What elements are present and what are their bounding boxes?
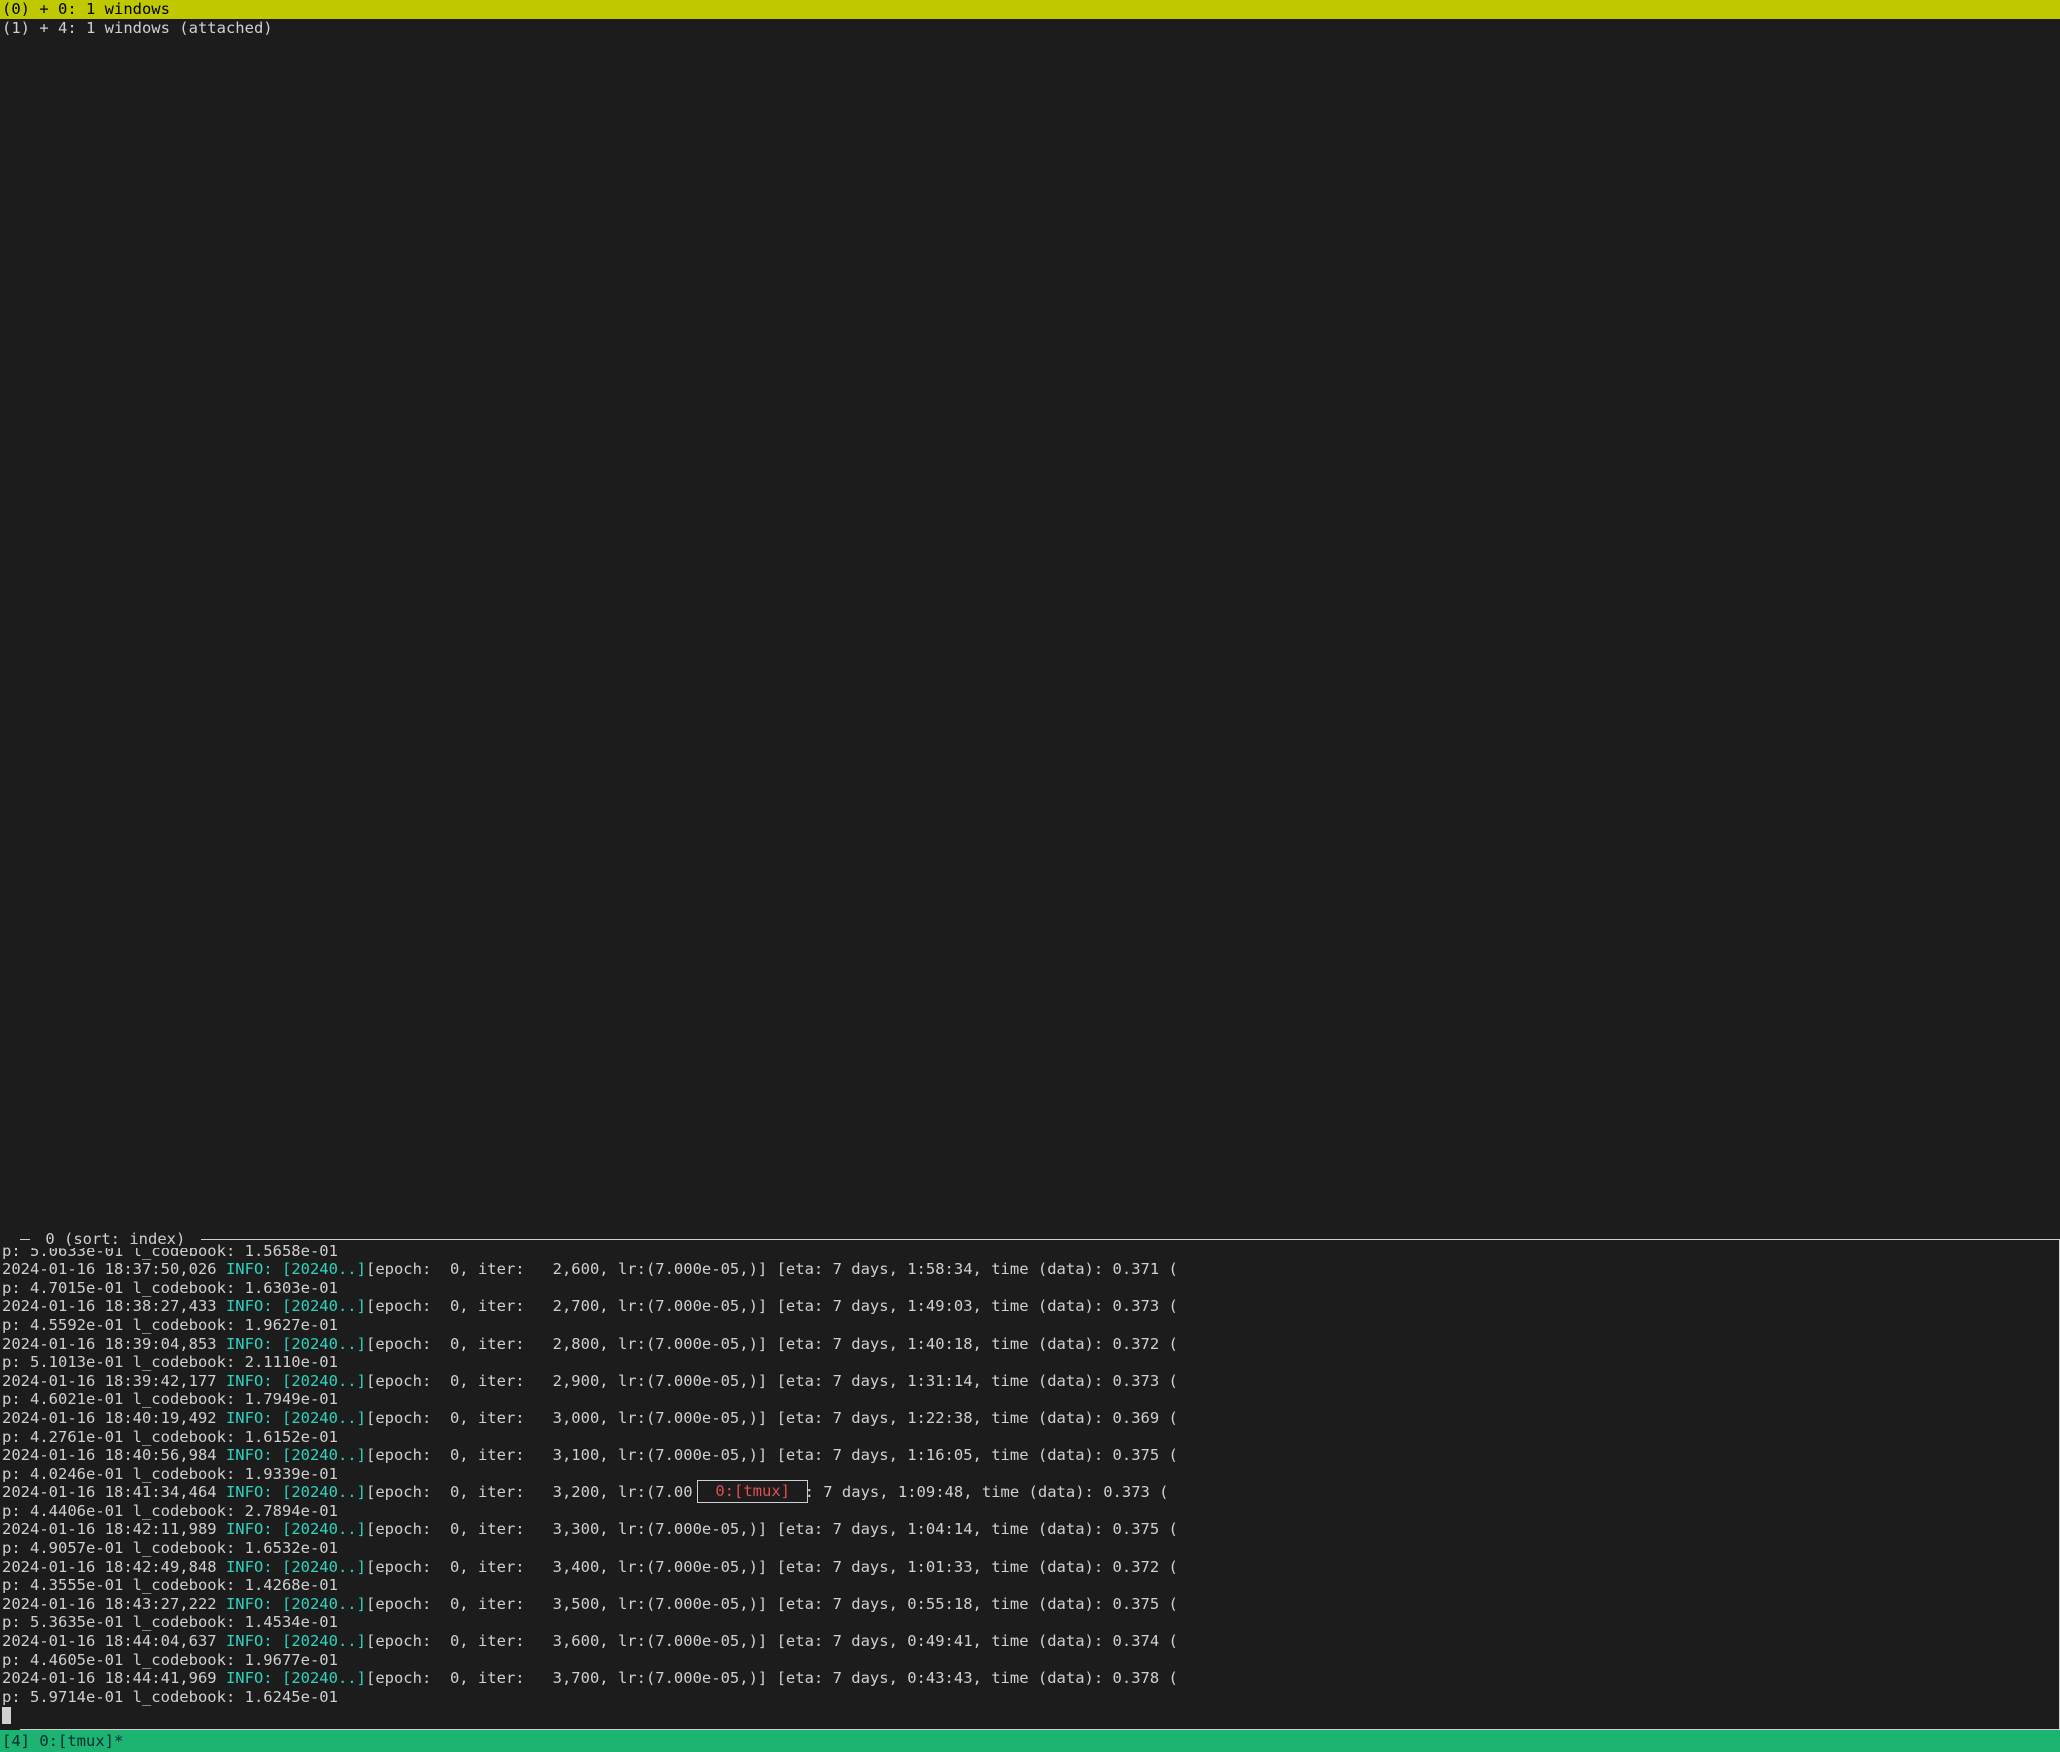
log-line: 2024-01-16 18:42:11,989 INFO: [20240..][… [2,1520,2049,1539]
log-line: 2024-01-16 18:44:04,637 INFO: [20240..][… [2,1632,2049,1651]
log-line: 2024-01-16 18:40:19,492 INFO: [20240..][… [2,1409,2049,1428]
tmux-session-list: (0) + 0: 1 windows(1) + 4: 1 windows (at… [0,0,2060,37]
cursor [2,1707,11,1724]
log-line: p: 4.2761e-01 l_codebook: 1.6152e-01 [2,1428,2049,1447]
log-line: p: 5.9714e-01 l_codebook: 1.6245e-01 [2,1688,2049,1707]
log-line: p: 4.9057e-01 l_codebook: 1.6532e-01 [2,1539,2049,1558]
tmux-status-bar: [4] 0:[tmux]* [0,1730,2060,1752]
log-line: 2024-01-16 18:42:49,848 INFO: [20240..][… [2,1558,2049,1577]
preview-pane: 0 (sort: index) p: 5.0633e-01 l_codebook… [0,1239,2060,1730]
log-line: 2024-01-16 18:39:42,177 INFO: [20240..][… [2,1372,2049,1391]
log-line: 2024-01-16 18:41:34,464 INFO: [20240..][… [2,1483,2049,1502]
log-line: 2024-01-16 18:44:41,969 INFO: [20240..][… [2,1669,2049,1688]
log-line: p: 5.1013e-01 l_codebook: 2.1110e-01 [2,1353,2049,1372]
cursor-line [2,1706,2049,1725]
log-line: p: 4.0246e-01 l_codebook: 1.9339e-01 [2,1465,2049,1484]
log-line: 2024-01-16 18:43:27,222 INFO: [20240..][… [2,1595,2049,1614]
log-output[interactable]: p: 5.0633e-01 l_codebook: 1.5658e-012024… [2,1240,2049,1725]
log-line: p: 4.6021e-01 l_codebook: 1.7949e-01 [2,1390,2049,1409]
pane-title: 0 (sort: index) [30,1230,201,1249]
session-row[interactable]: (1) + 4: 1 windows (attached) [0,19,2060,38]
log-line: p: 5.3635e-01 l_codebook: 1.4534e-01 [2,1613,2049,1632]
log-line: p: 4.4605e-01 l_codebook: 1.9677e-01 [2,1651,2049,1670]
log-line: 2024-01-16 18:39:04,853 INFO: [20240..][… [2,1335,2049,1354]
log-line: p: 4.4406e-01 l_codebook: 2.7894e-01 [2,1502,2049,1521]
log-line: p: 4.5592e-01 l_codebook: 1.9627e-01 [2,1316,2049,1335]
log-line: p: 5.0633e-01 l_codebook: 1.5658e-01 [2,1242,2049,1261]
log-line: 2024-01-16 18:37:50,026 INFO: [20240..][… [2,1260,2049,1279]
window-indicator-overlay: 0:[tmux] [697,1480,808,1503]
session-row[interactable]: (0) + 0: 1 windows [0,0,2060,19]
log-line: 2024-01-16 18:40:56,984 INFO: [20240..][… [2,1446,2049,1465]
log-line: p: 4.7015e-01 l_codebook: 1.6303e-01 [2,1279,2049,1298]
log-line: 2024-01-16 18:38:27,433 INFO: [20240..][… [2,1297,2049,1316]
log-line: p: 4.3555e-01 l_codebook: 1.4268e-01 [2,1576,2049,1595]
